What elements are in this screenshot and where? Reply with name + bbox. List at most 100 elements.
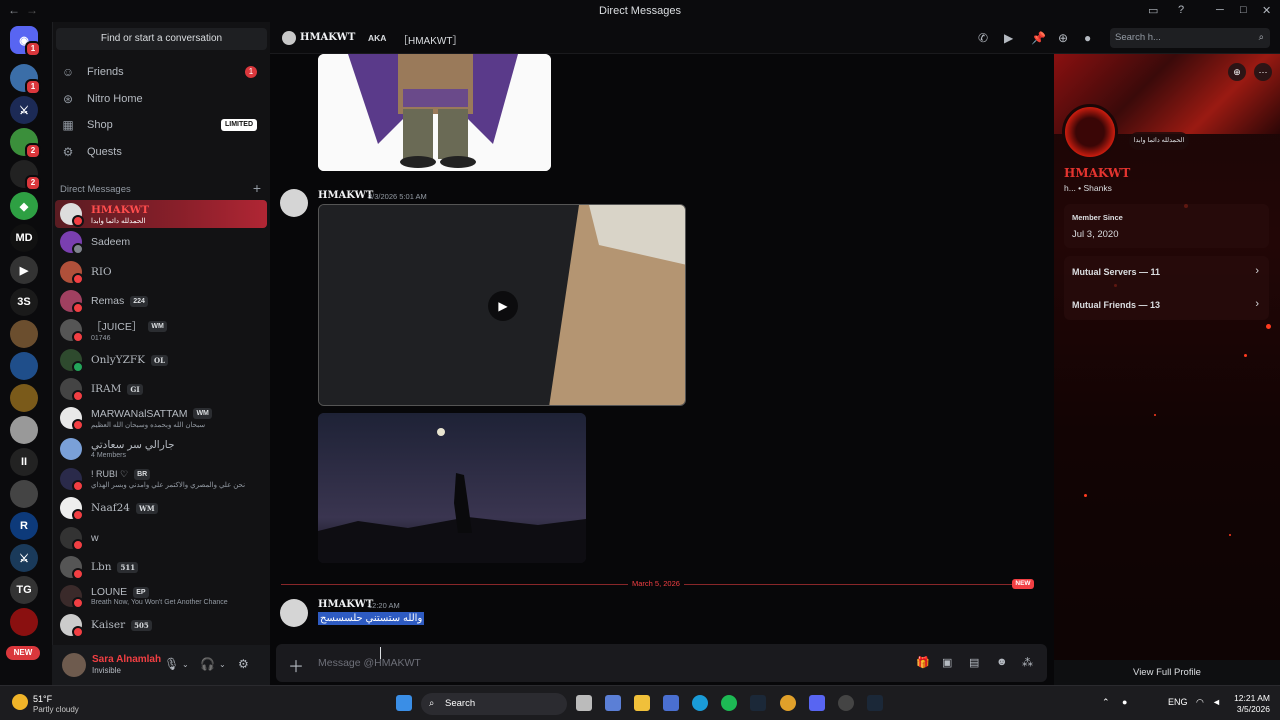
close-icon[interactable]: ✕ bbox=[1262, 4, 1271, 17]
server-icon[interactable]: MD bbox=[10, 224, 38, 252]
headphones-icon[interactable]: 🎧 bbox=[200, 657, 215, 671]
create-dm-icon[interactable]: + bbox=[253, 180, 261, 196]
recipient-name[interactable]: HMAKWT bbox=[300, 32, 355, 43]
discord-icon[interactable] bbox=[809, 695, 825, 711]
server-icon[interactable]: ▶ bbox=[10, 256, 38, 284]
message-input[interactable]: Message @HMAKWT bbox=[318, 657, 421, 669]
tray-app-icon[interactable]: ● bbox=[1122, 697, 1127, 707]
dm-item-onlyyzfk[interactable]: OnlyYZFK OL bbox=[55, 346, 267, 374]
task-view-icon[interactable] bbox=[576, 695, 592, 711]
discord-home-icon[interactable]: ◉ 1 bbox=[10, 26, 41, 57]
message-author[interactable]: HMAKWT bbox=[318, 599, 373, 610]
emoji-icon[interactable]: ☻ bbox=[996, 656, 1008, 668]
steam-icon[interactable] bbox=[750, 695, 766, 711]
message-text[interactable]: والله ستستني حلسسسح bbox=[318, 612, 425, 625]
taskbar-search[interactable]: ⌕ Search bbox=[421, 693, 567, 715]
server-icon[interactable]: ⚔ bbox=[10, 544, 38, 572]
dm-item-marwan[interactable]: MARWANalSATTAM WM سبحان الله وبحمده وسبحان… bbox=[55, 404, 267, 432]
minimize-icon[interactable]: ─ bbox=[1216, 4, 1224, 16]
help-icon[interactable]: ? bbox=[1178, 4, 1184, 16]
dm-item-juice[interactable]: ［JUICE］ WM 01746 bbox=[55, 316, 267, 344]
nav-shop[interactable]: ▦ Shop LIMITED bbox=[55, 113, 267, 137]
volume-icon[interactable]: ◄ bbox=[1212, 697, 1221, 707]
mutual-friends-row[interactable]: Mutual Friends — 13 bbox=[1072, 300, 1160, 310]
avatar[interactable] bbox=[280, 599, 308, 627]
profile-avatar[interactable] bbox=[1062, 104, 1118, 160]
new-unreads-pill[interactable]: NEW bbox=[6, 646, 40, 660]
start-icon[interactable] bbox=[396, 695, 412, 711]
dm-item-naaf24[interactable]: Naaf24 WM bbox=[55, 494, 267, 522]
file-explorer-icon[interactable] bbox=[634, 695, 650, 711]
store-icon[interactable] bbox=[663, 695, 679, 711]
dm-item-group[interactable]: جارالي سر سعادتي 4 Members bbox=[55, 435, 267, 463]
chevron-down-icon[interactable]: ⌄ bbox=[182, 660, 189, 669]
dm-item-kaiser[interactable]: Kaiser 505 bbox=[55, 611, 267, 639]
server-icon[interactable] bbox=[10, 480, 38, 508]
pin-icon[interactable]: 📌 bbox=[1031, 31, 1046, 45]
sticker-icon[interactable]: ▤ bbox=[969, 656, 979, 669]
server-icon[interactable]: ⚔ bbox=[10, 96, 38, 124]
nav-quests[interactable]: ⚙ Quests bbox=[55, 140, 267, 164]
app-icon[interactable] bbox=[838, 695, 854, 711]
message-author[interactable]: HMAKWT bbox=[318, 190, 373, 201]
system-clock[interactable]: 12:21 AM 3/5/2026 bbox=[1228, 693, 1270, 715]
server-icon[interactable]: II bbox=[10, 448, 38, 476]
dm-item-w[interactable]: w bbox=[55, 524, 267, 552]
microphone-icon[interactable]: 🎙 bbox=[164, 657, 179, 671]
edge-icon[interactable] bbox=[692, 695, 708, 711]
phone-icon[interactable]: ✆ bbox=[978, 31, 988, 45]
mutual-servers-row[interactable]: Mutual Servers — 11 bbox=[1072, 267, 1160, 277]
play-icon[interactable]: ▶ bbox=[488, 291, 518, 321]
dm-item-sadeem[interactable]: Sadeem bbox=[55, 228, 267, 256]
server-icon[interactable] bbox=[10, 384, 38, 412]
dm-item-loune[interactable]: LOUNE EP Breath Now, You Won't Get Another… bbox=[55, 582, 267, 610]
server-icon[interactable] bbox=[10, 416, 38, 444]
avatar[interactable] bbox=[280, 189, 308, 217]
view-full-profile-button[interactable]: View Full Profile bbox=[1054, 660, 1280, 685]
server-icon[interactable]: 3S bbox=[10, 288, 38, 316]
chrome-icon[interactable] bbox=[780, 695, 796, 711]
widgets-icon[interactable] bbox=[605, 695, 621, 711]
more-options-icon[interactable]: ⋯ bbox=[1254, 63, 1272, 81]
gift-icon[interactable]: 🎁 bbox=[916, 656, 930, 669]
message-image[interactable] bbox=[318, 54, 551, 171]
language-indicator[interactable]: ENG bbox=[1168, 697, 1188, 707]
gif-icon[interactable]: ▣ bbox=[942, 656, 952, 669]
video-attachment[interactable]: ▶ bbox=[318, 204, 686, 406]
find-conversation-button[interactable]: Find or start a conversation bbox=[56, 28, 267, 50]
dm-item-remas[interactable]: Remas 224 bbox=[55, 287, 267, 315]
chevron-down-icon[interactable]: ⌄ bbox=[219, 660, 226, 669]
server-icon[interactable] bbox=[10, 320, 38, 348]
message-image[interactable] bbox=[318, 413, 586, 563]
avatar[interactable] bbox=[62, 653, 86, 677]
dm-item-rio[interactable]: RIO bbox=[55, 258, 267, 286]
add-friend-icon[interactable]: ⊕ bbox=[1058, 31, 1068, 45]
wifi-icon[interactable]: ◠ bbox=[1196, 697, 1204, 708]
server-icon[interactable]: 2 bbox=[10, 160, 41, 191]
server-icon[interactable]: ◆ bbox=[10, 192, 38, 220]
apps-icon[interactable]: ⁂ bbox=[1022, 656, 1033, 669]
video-icon[interactable]: ▶ bbox=[1004, 31, 1013, 45]
server-icon[interactable]: TG bbox=[10, 576, 38, 604]
inbox-icon[interactable]: ▭ bbox=[1148, 4, 1158, 17]
steam-icon[interactable] bbox=[867, 695, 883, 711]
search-input[interactable]: Search h... ⌕ bbox=[1110, 28, 1270, 48]
dm-item-lbn[interactable]: Lbn 511 bbox=[55, 553, 267, 581]
chevron-up-icon[interactable]: ⌃ bbox=[1102, 697, 1110, 708]
dm-item-hmakwt[interactable]: HMAKWT الحمدلله دائما وابدا bbox=[55, 200, 267, 228]
server-icon[interactable]: 1 bbox=[10, 64, 41, 95]
dm-item-iram[interactable]: IRAM GI bbox=[55, 375, 267, 403]
weather-icon[interactable] bbox=[12, 694, 28, 710]
server-icon[interactable] bbox=[10, 608, 38, 636]
dm-item-rubi[interactable]: ! RUBI ♡ BR نحن علي والمصري والاكتمر علي و… bbox=[55, 465, 267, 493]
spotify-icon[interactable] bbox=[721, 695, 737, 711]
maximize-icon[interactable]: □ bbox=[1240, 4, 1247, 16]
server-icon[interactable]: 2 bbox=[10, 128, 41, 159]
nav-friends[interactable]: ☺ Friends 1 bbox=[55, 60, 267, 84]
gear-icon[interactable]: ⚙ bbox=[238, 657, 249, 671]
user-profile-icon[interactable]: ● bbox=[1084, 31, 1091, 45]
server-icon[interactable]: R bbox=[10, 512, 38, 540]
add-friend-icon[interactable]: ⊕ bbox=[1228, 63, 1246, 81]
nav-nitro-home[interactable]: ⊛ Nitro Home bbox=[55, 87, 267, 111]
add-attachment-icon[interactable]: ＋ bbox=[288, 653, 304, 677]
